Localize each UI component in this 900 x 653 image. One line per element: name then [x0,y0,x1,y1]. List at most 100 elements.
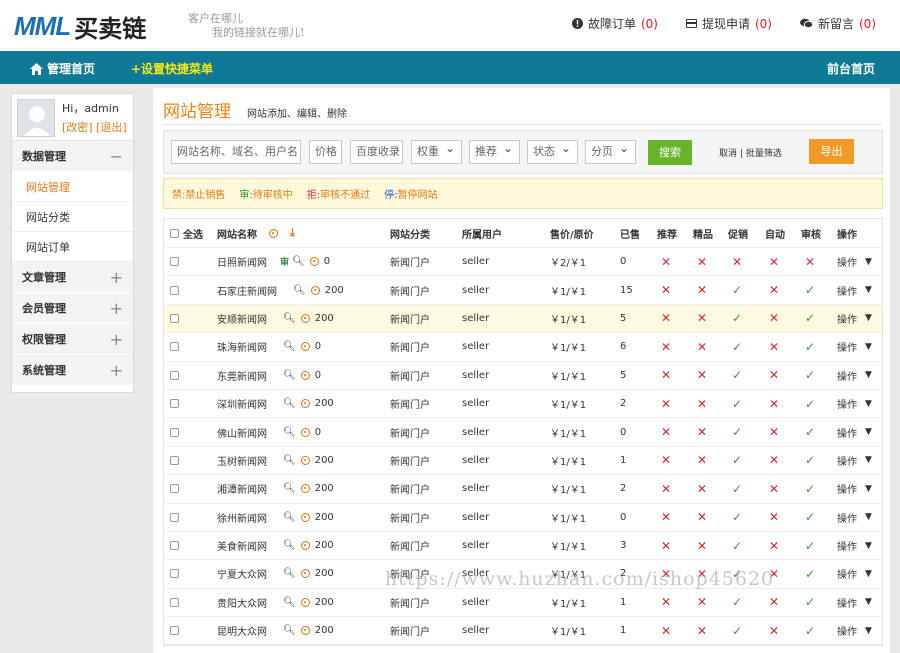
baidu-index-input[interactable]: 百度收录 [350,140,403,164]
keyword-input[interactable]: 网站名称、域名、用户名 [171,140,301,164]
cross-icon[interactable]: ✕ [661,418,671,445]
row-select[interactable] [170,362,179,389]
check-icon[interactable]: ✓ [805,276,815,303]
menu-group-data[interactable]: 数据管理 − [12,141,133,172]
cross-icon[interactable]: ✕ [697,390,707,417]
cross-icon[interactable]: ✕ [769,617,779,644]
checkbox[interactable] [170,484,179,494]
row-select[interactable] [170,617,179,644]
cross-icon[interactable]: ✕ [697,560,707,587]
row-select[interactable] [170,447,179,474]
sidebar-item-site-category[interactable]: 网站分类 [12,202,133,232]
site-name[interactable]: 珠海新闻网 [217,339,267,354]
check-icon[interactable]: ✓ [732,532,742,559]
search-icon[interactable]: 🔍︎ [292,256,305,267]
cross-icon[interactable]: ✕ [661,617,671,644]
cross-icon[interactable]: ✕ [661,475,671,502]
row-select[interactable] [170,333,179,360]
check-icon[interactable]: ✓ [732,560,742,587]
check-icon[interactable]: ✓ [732,589,742,616]
site-name[interactable]: 日照新闻网 [217,254,267,269]
price-input[interactable]: 价格 [309,140,342,164]
checkbox[interactable] [170,257,179,267]
search-icon[interactable]: 🔍︎ [283,398,296,409]
check-icon[interactable]: ✓ [732,333,742,360]
menu-group-permission[interactable]: 权限管理 + [12,324,133,355]
cross-icon[interactable]: ✕ [661,447,671,474]
fault-orders-link[interactable]: 故障订单 (0) [571,15,658,32]
row-select[interactable] [170,418,179,445]
check-icon[interactable]: ✓ [805,617,815,644]
nav-front-page-link[interactable]: 前台首页 [827,60,875,77]
cross-icon[interactable]: ✕ [769,248,779,275]
cross-icon[interactable]: ✕ [769,333,779,360]
row-select[interactable] [170,305,179,332]
cross-icon[interactable]: ✕ [697,418,707,445]
cross-icon[interactable]: ✕ [697,504,707,531]
sidebar-item-site-manage[interactable]: 网站管理 [12,172,133,202]
menu-group-system[interactable]: 系统管理 + [12,355,133,386]
check-icon[interactable]: ✓ [732,276,742,303]
search-icon[interactable]: 🔍︎ [283,313,296,324]
row-action[interactable]: 操作 ▼ [837,276,872,303]
row-action[interactable]: 操作 ▼ [837,390,872,417]
row-action[interactable]: 操作 ▼ [837,475,872,502]
row-action[interactable]: 操作 ▼ [837,418,872,445]
menu-group-member[interactable]: 会员管理 + [12,293,133,324]
site-name[interactable]: 深圳新闻网 [217,396,267,411]
nav-home-link[interactable]: 管理首页 [30,60,95,77]
cross-icon[interactable]: ✕ [661,333,671,360]
cross-icon[interactable]: ✕ [661,248,671,275]
check-icon[interactable]: ✓ [805,532,815,559]
search-icon[interactable]: 🔍︎ [283,597,296,608]
row-action[interactable]: 操作 ▼ [837,532,872,559]
site-name[interactable]: 玉树新闻网 [217,453,267,468]
cross-icon[interactable]: ✕ [697,532,707,559]
cross-icon[interactable]: ✕ [805,248,815,275]
cross-icon[interactable]: ✕ [769,589,779,616]
check-icon[interactable]: ✓ [805,475,815,502]
check-icon[interactable]: ✓ [732,418,742,445]
checkbox[interactable] [170,313,179,323]
search-icon[interactable]: 🔍︎ [283,540,296,551]
row-select[interactable] [170,390,179,417]
cross-icon[interactable]: ✕ [661,589,671,616]
menu-group-article[interactable]: 文章管理 + [12,262,133,293]
export-button[interactable]: 导出 [809,139,854,164]
check-icon[interactable]: ✓ [732,504,742,531]
search-icon[interactable]: 🔍︎ [283,483,296,494]
row-action[interactable]: 操作 ▼ [837,504,872,531]
checkbox[interactable] [170,399,179,409]
cross-icon[interactable]: ✕ [769,475,779,502]
site-name[interactable]: 贵阳大众网 [217,595,267,610]
sidebar-item-site-orders[interactable]: 网站订单 [12,232,133,262]
sort-icon[interactable] [269,228,278,238]
checkbox[interactable] [170,427,179,437]
row-action[interactable]: 操作 ▼ [837,617,872,644]
cross-icon[interactable]: ✕ [769,560,779,587]
site-name[interactable]: 徐州新闻网 [217,510,267,525]
check-icon[interactable]: ✓ [805,362,815,389]
cross-icon[interactable]: ✕ [769,276,779,303]
cross-icon[interactable]: ✕ [697,447,707,474]
cross-icon[interactable]: ✕ [661,560,671,587]
cross-icon[interactable]: ✕ [697,333,707,360]
checkbox[interactable] [170,455,179,465]
check-icon[interactable]: ✓ [805,504,815,531]
row-select[interactable] [170,276,179,303]
checkbox[interactable] [170,569,179,579]
cross-icon[interactable]: ✕ [661,305,671,332]
cross-icon[interactable]: ✕ [697,305,707,332]
search-icon[interactable]: 🔍︎ [283,341,296,352]
cross-icon[interactable]: ✕ [769,532,779,559]
checkbox[interactable] [170,285,179,295]
check-icon[interactable]: ✓ [805,390,815,417]
cross-icon[interactable]: ✕ [661,532,671,559]
logo[interactable]: MML 买卖链 [14,8,146,44]
site-name[interactable]: 昆明大众网 [217,623,267,638]
check-icon[interactable]: ✓ [805,589,815,616]
cross-icon[interactable]: ✕ [697,617,707,644]
download-icon[interactable]: ⤓ [290,226,295,240]
check-icon[interactable]: ✓ [805,305,815,332]
check-icon[interactable]: ✓ [805,560,815,587]
